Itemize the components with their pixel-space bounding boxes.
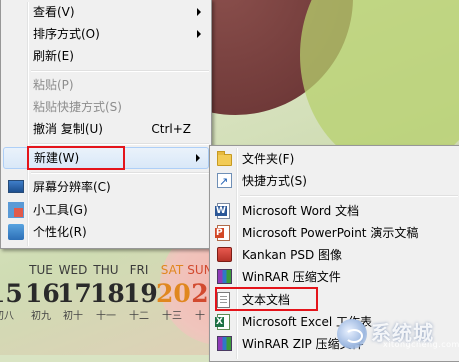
menu-item-gadgets[interactable]: 小工具(G) — [3, 199, 209, 221]
calendar-day-name: FRI — [129, 263, 149, 277]
menu-separator — [31, 143, 209, 145]
text-document-highlight-box — [215, 287, 318, 311]
new-powerpoint-item[interactable]: Microsoft PowerPoint 演示文稿 — [212, 222, 458, 244]
calendar-day-number: 17 — [57, 279, 92, 308]
watermark-url: xitongcheng.com — [383, 340, 459, 349]
new-folder-item[interactable]: 文件夹(F) — [212, 148, 458, 170]
menu-item-label: 粘贴快捷方式(S) — [33, 100, 122, 114]
calendar-gadget[interactable]: 15 初八 TUE 16 初九 WED 17 初十 THU 18 十一 FRI … — [0, 262, 220, 355]
calendar-day-name: TUE — [29, 263, 53, 277]
menu-separator — [31, 70, 209, 72]
new-psd-image-item[interactable]: Kankan PSD 图像 — [212, 244, 458, 266]
calendar-day-name: THU — [93, 263, 119, 277]
calendar-day: TUE 16 初九 — [25, 262, 60, 324]
menu-item-label: 刷新(E) — [33, 49, 74, 63]
desktop-context-menu: 查看(V) 排序方式(O) 刷新(E) 粘贴(P) 粘贴快捷方式(S) 撤消 复… — [0, 0, 212, 249]
calendar-day: FRI 19 十二 — [123, 262, 158, 324]
calendar-day: WED 17 初十 — [57, 262, 92, 324]
calendar-day: THU 18 十一 — [90, 262, 125, 324]
menu-item-paste[interactable]: 粘贴(P) — [3, 74, 209, 96]
calendar-lunar-date: 十二 — [129, 311, 149, 322]
submenu-arrow-icon — [197, 8, 201, 16]
menu-item-sort-by[interactable]: 排序方式(O) — [3, 23, 209, 45]
menu-item-label: 文件夹(F) — [242, 152, 295, 166]
menu-item-label: WinRAR 压缩文件 — [242, 270, 341, 284]
menu-item-personalize[interactable]: 个性化(R) — [3, 221, 209, 243]
personalize-icon — [8, 224, 24, 240]
menu-item-view[interactable]: 查看(V) — [3, 1, 209, 23]
menu-item-label: 小工具(G) — [33, 203, 88, 217]
new-shortcut-item[interactable]: 快捷方式(S) — [212, 170, 458, 193]
word-icon — [215, 203, 230, 219]
menu-item-label: Microsoft Word 文档 — [242, 204, 360, 218]
watermark-logo-icon — [337, 319, 367, 349]
calendar-day-name: WED — [58, 263, 88, 277]
menu-item-refresh[interactable]: 刷新(E) — [3, 45, 209, 67]
calendar-lunar-date: 初十 — [63, 311, 83, 322]
display-icon — [8, 180, 24, 193]
powerpoint-icon — [215, 225, 230, 241]
menu-separator — [240, 195, 458, 197]
menu-item-paste-shortcut[interactable]: 粘贴快捷方式(S) — [3, 96, 209, 118]
submenu-arrow-icon — [196, 154, 200, 162]
menu-item-label: Kankan PSD 图像 — [242, 248, 343, 262]
calendar-day-number: 18 — [90, 279, 125, 308]
site-watermark: 系统城 xitongcheng.com — [337, 317, 459, 351]
calendar-day-name — [0, 262, 20, 278]
new-winrar-archive-item[interactable]: WinRAR 压缩文件 — [212, 266, 458, 288]
gadgets-icon — [8, 202, 24, 218]
excel-icon — [215, 314, 230, 330]
menu-item-label: 粘贴(P) — [33, 78, 74, 92]
calendar-day-number: 19 — [123, 279, 158, 308]
calendar-day-number: 16 — [25, 279, 60, 308]
calendar-lunar-date: 初八 — [0, 311, 14, 322]
menu-item-label: 个性化(R) — [33, 225, 87, 239]
menu-item-label: 撤消 复制(U) — [33, 122, 103, 136]
calendar-day-number: 15 — [0, 279, 23, 308]
psd-icon — [217, 247, 232, 262]
shortcut-icon — [217, 171, 232, 193]
new-item-highlight-box — [27, 146, 125, 170]
menu-item-label: 查看(V) — [33, 5, 75, 19]
calendar-day: 15 初八 — [0, 262, 23, 324]
menu-item-label: 屏幕分辨率(C) — [33, 180, 111, 194]
menu-separator — [31, 172, 209, 174]
menu-item-undo-copy[interactable]: 撤消 复制(U) Ctrl+Z — [3, 118, 209, 140]
calendar-lunar-date: 十一 — [96, 311, 116, 322]
winrar-icon — [217, 269, 232, 284]
folder-icon — [217, 151, 232, 166]
new-word-document-item[interactable]: Microsoft Word 文档 — [212, 200, 458, 222]
menu-item-label: Microsoft PowerPoint 演示文稿 — [242, 226, 419, 240]
menu-item-label: 排序方式(O) — [33, 27, 100, 41]
menu-item-screen-resolution[interactable]: 屏幕分辨率(C) — [3, 176, 209, 198]
submenu-arrow-icon — [197, 30, 201, 38]
menu-item-shortcut: Ctrl+Z — [151, 122, 191, 136]
winrar-zip-icon — [217, 336, 232, 351]
calendar-lunar-date: 初九 — [31, 311, 51, 322]
menu-item-label: 快捷方式(S) — [242, 174, 307, 188]
